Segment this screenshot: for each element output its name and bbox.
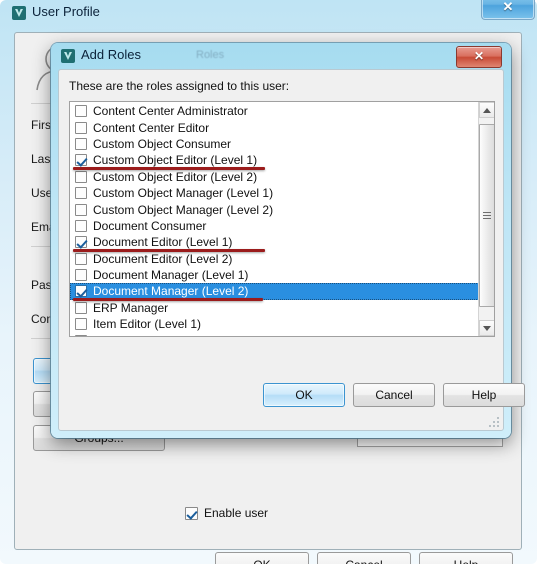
ok-button[interactable]: OK: [263, 383, 345, 407]
roles-list-scrollbar[interactable]: [478, 102, 494, 336]
role-checkbox[interactable]: [75, 154, 87, 167]
list-item[interactable]: Document Consumer: [70, 218, 479, 234]
annotation-underline: [73, 248, 265, 252]
enable-user-row[interactable]: Enable user: [185, 506, 268, 520]
enable-user-label: Enable user: [204, 506, 269, 520]
list-item-label: Custom Object Editor (Level 2): [93, 169, 258, 184]
role-checkbox[interactable]: [75, 170, 87, 183]
list-item-label: Content Center Editor: [93, 120, 210, 135]
list-item[interactable]: Custom Object Consumer: [70, 136, 479, 152]
user-profile-title: User Profile: [32, 4, 100, 19]
list-item-label: Item Editor (Level 2): [93, 333, 201, 336]
role-checkbox[interactable]: [75, 301, 87, 314]
cancel-button[interactable]: Cancel: [353, 383, 435, 407]
add-roles-dialog: Add Roles Roles ✕ These are the roles as…: [51, 43, 525, 438]
add-roles-titlebar[interactable]: Add Roles Roles ✕: [51, 43, 511, 69]
help-button[interactable]: Help: [443, 383, 525, 407]
list-item[interactable]: Document Manager (Level 1): [70, 267, 479, 283]
roles-list[interactable]: Content Center Administrator Content Cent…: [70, 103, 479, 336]
list-item-label: Document Editor (Level 2): [93, 251, 233, 266]
add-roles-body: These are the roles assigned to this use…: [58, 69, 525, 431]
role-checkbox[interactable]: [75, 187, 87, 200]
role-checkbox[interactable]: [75, 137, 87, 150]
role-checkbox[interactable]: [75, 318, 87, 331]
user-profile-close-button[interactable]: ✕: [481, 0, 535, 20]
add-roles-close-button[interactable]: ✕: [456, 46, 502, 68]
resize-grip-icon[interactable]: [489, 417, 499, 427]
list-item[interactable]: Content Center Editor: [70, 119, 479, 135]
list-item[interactable]: Custom Object Editor (Level 2): [70, 169, 479, 185]
role-checkbox[interactable]: [75, 252, 87, 265]
enable-user-checkbox[interactable]: [185, 506, 198, 520]
list-item[interactable]: Custom Object Manager (Level 2): [70, 201, 479, 217]
close-icon: ✕: [473, 49, 485, 63]
user-profile-titlebar[interactable]: User Profile ✕: [0, 0, 537, 28]
list-item[interactable]: Item Editor (Level 2): [70, 332, 479, 336]
scrollbar-thumb[interactable]: [479, 124, 494, 307]
role-checkbox[interactable]: [75, 269, 87, 282]
screen: User Profile ✕ First Last User Email Pas…: [0, 0, 537, 564]
cancel-button[interactable]: Cancel: [317, 552, 411, 564]
role-checkbox[interactable]: [75, 219, 87, 232]
scrollbar-grip-icon: [483, 210, 491, 221]
close-icon: ✕: [502, 0, 514, 14]
roles-listbox[interactable]: Content Center Administrator Content Cent…: [69, 101, 495, 337]
ok-button[interactable]: OK: [215, 552, 309, 564]
list-item[interactable]: ERP Manager: [70, 300, 479, 316]
list-item-label: Document Consumer: [93, 218, 207, 233]
role-checkbox[interactable]: [75, 285, 87, 298]
add-roles-prompt: These are the roles assigned to this use…: [69, 79, 290, 93]
scroll-up-arrow-icon[interactable]: [479, 102, 494, 118]
v-logo-icon: [12, 6, 26, 20]
role-checkbox[interactable]: [75, 203, 87, 216]
role-checkbox[interactable]: [75, 236, 87, 249]
list-item-label: Document Manager (Level 1): [93, 268, 249, 283]
list-item-label: Custom Object Editor (Level 1): [93, 153, 258, 168]
v-logo-icon: [61, 49, 75, 63]
list-item[interactable]: Item Editor (Level 1): [70, 316, 479, 332]
add-roles-ghost-text: Roles: [196, 49, 225, 61]
list-item-label: ERP Manager: [93, 300, 169, 315]
role-checkbox[interactable]: [75, 334, 87, 336]
annotation-underline: [73, 297, 263, 301]
list-item-label: Item Editor (Level 1): [93, 317, 202, 332]
list-item-label: Custom Object Consumer: [93, 136, 232, 151]
add-roles-title: Add Roles: [81, 47, 141, 62]
role-checkbox[interactable]: [75, 105, 87, 118]
list-item[interactable]: Document Editor (Level 2): [70, 251, 479, 267]
annotation-underline: [73, 166, 265, 170]
list-item-label: Document Editor (Level 1): [93, 235, 233, 250]
scroll-down-arrow-icon[interactable]: [479, 320, 494, 336]
list-item-label: Custom Object Manager (Level 2): [93, 202, 274, 217]
list-item-label: Content Center Administrator: [93, 104, 248, 119]
help-button[interactable]: Help: [419, 552, 513, 564]
role-checkbox[interactable]: [75, 121, 87, 134]
list-item[interactable]: Content Center Administrator: [70, 103, 479, 119]
list-item[interactable]: Custom Object Manager (Level 1): [70, 185, 479, 201]
list-item-label: Custom Object Manager (Level 1): [93, 186, 274, 201]
